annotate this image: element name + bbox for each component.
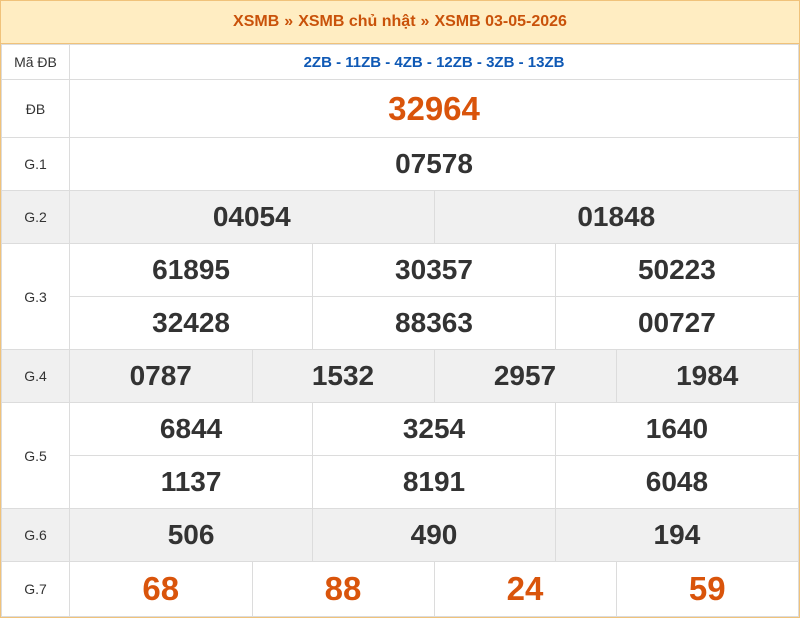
prize-g6-number: 490: [410, 519, 458, 550]
prize-g7-number: 24: [506, 570, 544, 607]
prize-g3-number: 61895: [152, 254, 231, 285]
prize-g3-number: 88363: [395, 307, 473, 338]
row-code: Mã ĐB 2ZB - 11ZB - 4ZB - 12ZB - 3ZB - 13…: [1, 44, 799, 80]
breadcrumb-link-xsmb-date[interactable]: XSMB 03-05-2026: [434, 13, 567, 31]
prize-g2-number: 01848: [577, 201, 656, 232]
prize-g2-number: 04054: [212, 201, 291, 232]
label-g1: G.1: [1, 137, 70, 191]
label-g5: G.5: [1, 402, 70, 509]
label-g3: G.3: [1, 243, 70, 350]
breadcrumb: XSMB » XSMB chủ nhật » XSMB 03-05-2026: [1, 1, 799, 44]
results-table: Mã ĐB 2ZB - 11ZB - 4ZB - 12ZB - 3ZB - 13…: [1, 44, 799, 617]
prize-g5-number: 6048: [645, 466, 709, 497]
label-g2: G.2: [1, 190, 70, 244]
prize-g3-number: 32428: [152, 307, 231, 338]
breadcrumb-separator: »: [420, 13, 430, 30]
label-g7: G.7: [1, 561, 70, 617]
prize-g5-number: 1640: [645, 413, 709, 444]
label-code: Mã ĐB: [1, 44, 70, 80]
prize-g5-number: 3254: [402, 413, 466, 444]
breadcrumb-link-xsmb-sunday[interactable]: XSMB chủ nhật: [298, 13, 415, 31]
prize-g6-number: 194: [653, 519, 701, 550]
results-panel: XSMB » XSMB chủ nhật » XSMB 03-05-2026 M…: [0, 0, 800, 618]
row-g7: G.7 68 88 24 59: [1, 561, 799, 617]
prize-g3-number: 30357: [395, 254, 473, 285]
row-g4: G.4 0787 1532 2957 1984: [1, 349, 799, 403]
label-g6: G.6: [1, 508, 70, 562]
row-db: ĐB 32964: [1, 79, 799, 138]
prize-g1-number: 07578: [395, 148, 473, 179]
label-g4: G.4: [1, 349, 70, 403]
prize-db-number: 32964: [388, 89, 480, 127]
prize-g7-number: 88: [324, 570, 362, 607]
prize-g5-number: 6844: [159, 413, 223, 444]
row-g5: G.5 6844 3254 1640 1137 8191 6048: [1, 402, 799, 509]
prize-g4-number: 2957: [493, 360, 557, 391]
prize-g7-number: 59: [688, 570, 726, 607]
prize-g4-number: 0787: [129, 360, 192, 391]
prize-g4-number: 1984: [676, 360, 739, 391]
prize-g3-number: 50223: [637, 254, 716, 285]
breadcrumb-link-xsmb[interactable]: XSMB: [233, 13, 279, 31]
label-db: ĐB: [1, 79, 70, 138]
row-g3: G.3 61895 30357 50223 32428 88363 00727: [1, 243, 799, 350]
row-g2: G.2 04054 01848: [1, 190, 799, 244]
prize-g5-number: 8191: [402, 466, 466, 497]
row-g1: G.1 07578: [1, 137, 799, 191]
prize-g6-number: 506: [167, 519, 215, 550]
prize-g4-number: 1532: [311, 360, 375, 391]
breadcrumb-separator: »: [284, 13, 294, 30]
prize-g3-number: 00727: [637, 307, 716, 338]
prize-g7-number: 68: [142, 570, 180, 607]
row-g6: G.6 506 490 194: [1, 508, 799, 562]
special-codes: 2ZB - 11ZB - 4ZB - 12ZB - 3ZB - 13ZB: [69, 44, 799, 80]
prize-g5-number: 1137: [160, 466, 222, 497]
